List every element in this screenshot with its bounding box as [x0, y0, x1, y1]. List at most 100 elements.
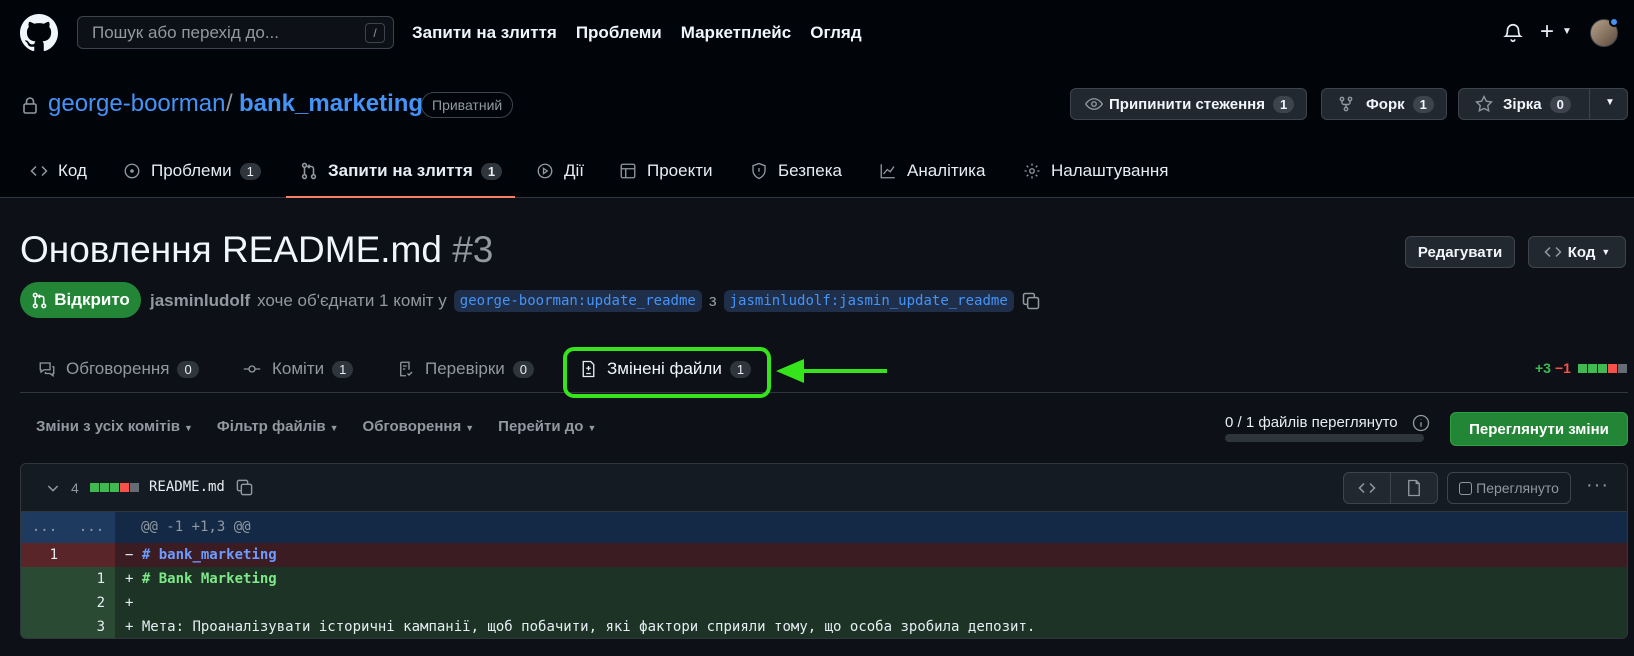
tab-pull-requests[interactable]: Запити на злиття 1	[300, 144, 503, 198]
watch-count: 1	[1272, 95, 1295, 113]
checklist-icon	[400, 361, 413, 377]
old-line-number[interactable]	[21, 591, 68, 615]
conversations-dropdown[interactable]: Обговорення ▼	[363, 418, 475, 435]
file-icon	[1408, 479, 1420, 497]
expand-up-button[interactable]: ...	[21, 512, 68, 543]
pr-title-text: Оновлення README.md	[20, 229, 442, 270]
tab-settings[interactable]: Налаштування	[1023, 144, 1169, 198]
pr-meta: jasminludolf хоче об'єднати 1 коміт у ge…	[150, 290, 1041, 312]
star-divider	[1589, 89, 1590, 119]
copy-icon[interactable]	[1021, 291, 1041, 311]
chevron-down-icon: ▼	[465, 423, 475, 433]
info-icon[interactable]	[1412, 414, 1430, 432]
new-line-number[interactable]	[68, 543, 115, 567]
source-view-button[interactable]	[1344, 473, 1391, 503]
repo-name-link[interactable]: bank_marketing	[239, 90, 423, 118]
tab-count: 1	[239, 162, 261, 180]
new-line-number[interactable]: 3	[68, 615, 115, 638]
new-line-number[interactable]: 1	[68, 567, 115, 591]
copy-icon[interactable]	[235, 478, 254, 497]
fork-button[interactable]: Форк 1	[1321, 88, 1447, 120]
viewed-checkbox[interactable]: Переглянуто	[1447, 472, 1571, 504]
tab-actions[interactable]: Дії	[536, 144, 584, 198]
code-dropdown-button[interactable]: Код ▼	[1528, 236, 1626, 268]
tab-insights[interactable]: Аналітика	[879, 144, 985, 198]
from-word: з	[708, 291, 717, 310]
expand-down-button[interactable]: ...	[68, 512, 115, 543]
tab-label: Обговорення	[66, 359, 170, 378]
tab-issues[interactable]: Проблеми 1	[123, 144, 261, 198]
file-diff-box: 4 README.md Переглянуто ··· ... ... @@ -…	[20, 463, 1628, 639]
table-icon	[620, 163, 636, 179]
tab-label: Безпека	[778, 161, 842, 180]
notifications-bell-icon[interactable]	[1502, 22, 1524, 44]
search-input[interactable]: Пошук або перехід до... /	[77, 16, 394, 49]
avatar-status-dot	[1609, 17, 1619, 27]
tab-label: Налаштування	[1051, 161, 1169, 180]
file-name-link[interactable]: README.md	[149, 479, 225, 495]
fork-count: 1	[1412, 95, 1434, 113]
code-label: Код	[1567, 243, 1596, 261]
create-new-plus-icon[interactable]: +	[1540, 20, 1554, 44]
github-logo-icon[interactable]	[20, 14, 58, 52]
diffstat: +3 −1	[1535, 360, 1627, 376]
nav-issues[interactable]: Проблеми	[576, 23, 662, 43]
tab-label: Запити на злиття	[328, 161, 473, 180]
star-button[interactable]: Зірка 0 ▼	[1458, 88, 1628, 120]
chevron-down-icon[interactable]	[45, 480, 61, 496]
hunk-header-row: ... ... @@ -1 +1,3 @@	[21, 512, 1627, 543]
tab-label: Проекти	[647, 161, 713, 180]
old-line-number[interactable]	[21, 615, 68, 638]
repo-owner-link[interactable]: george-boorman	[48, 90, 225, 118]
star-caret-icon[interactable]: ▼	[1605, 97, 1615, 108]
diff-line-content: + # Bank Marketing	[115, 567, 277, 591]
rich-view-button[interactable]	[1391, 473, 1437, 503]
tab-label: Код	[58, 161, 87, 180]
files-viewed-count: 0 / 1 файлів переглянуто	[1225, 414, 1398, 431]
tab-code[interactable]: Код	[30, 144, 87, 198]
review-changes-button[interactable]: Переглянути зміни	[1450, 412, 1628, 446]
diffstat-bar	[1577, 363, 1627, 373]
pr-author-link[interactable]: jasminludolf	[150, 291, 250, 311]
tab-security[interactable]: Безпека	[750, 144, 842, 198]
base-branch-link[interactable]: george-boorman:update_readme	[453, 290, 702, 312]
star-label: Зірка	[1503, 95, 1542, 113]
head-branch-link[interactable]: jasminludolf:jasmin_update_readme	[723, 290, 1014, 312]
chevron-down-icon: ▼	[587, 423, 597, 433]
global-header: Пошук або перехід до... / Запити на злит…	[0, 0, 1634, 66]
pr-state-label: Відкрито	[54, 290, 130, 309]
unwatch-button[interactable]: Припинити стеження 1	[1070, 88, 1308, 120]
file-filter-dropdown[interactable]: Фільтр файлів ▼	[217, 418, 339, 435]
eye-icon	[1085, 98, 1103, 110]
edit-button[interactable]: Редагувати	[1405, 236, 1515, 268]
tab-projects[interactable]: Проекти	[619, 144, 713, 198]
tab-count: 0	[512, 360, 535, 378]
diff-text: # bank_marketing	[141, 547, 277, 563]
dropdown-label: Фільтр файлів	[216, 418, 326, 435]
changes-from-all-commits-dropdown[interactable]: Зміни з усіх комітів ▼	[36, 418, 193, 435]
old-line-number[interactable]: 1	[21, 543, 68, 567]
nav-pull-requests[interactable]: Запити на злиття	[412, 23, 557, 43]
repo-path-separator: /	[226, 90, 233, 117]
jump-to-dropdown[interactable]: Перейти до ▼	[498, 418, 596, 435]
issue-icon	[124, 163, 140, 179]
additions-count: +3	[1535, 360, 1551, 376]
star-icon	[1475, 95, 1493, 112]
tab-checks[interactable]: Перевірки 0	[397, 345, 535, 393]
global-nav: Запити на злиття Проблеми Маркетплейс Ог…	[412, 0, 862, 66]
repo-header: george-boorman / bank_marketing Приватни…	[0, 66, 1634, 198]
chevron-down-icon: ▼	[329, 423, 339, 433]
more-options-icon[interactable]: ···	[1586, 474, 1609, 497]
tab-label: Дії	[564, 161, 585, 180]
comment-discussion-icon	[39, 362, 55, 378]
tab-conversation[interactable]: Обговорення 0	[38, 345, 199, 393]
diff-line-added: 3 + Мета: Проаналізувати історичні кампа…	[21, 615, 1627, 638]
create-new-caret-icon[interactable]: ▼	[1562, 26, 1572, 37]
tab-commits[interactable]: Коміти 1	[242, 345, 354, 393]
new-line-number[interactable]: 2	[68, 591, 115, 615]
old-line-number[interactable]	[21, 567, 68, 591]
commit-icon	[243, 365, 261, 373]
code-icon	[1544, 246, 1562, 258]
nav-marketplace[interactable]: Маркетплейс	[681, 23, 791, 43]
nav-explore[interactable]: Огляд	[810, 23, 861, 43]
